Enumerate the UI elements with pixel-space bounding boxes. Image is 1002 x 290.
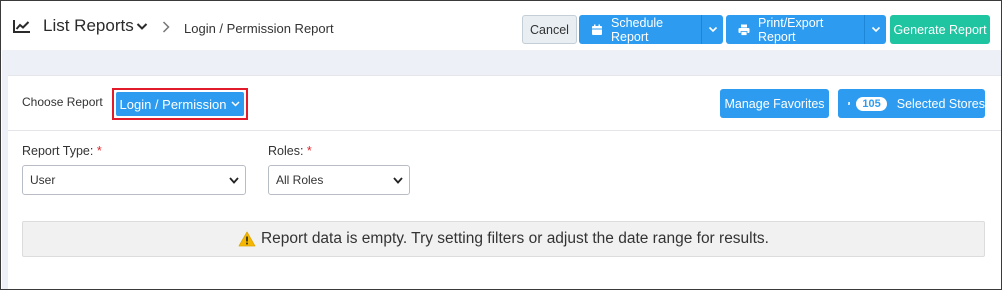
stores-count-badge: 105 — [856, 96, 887, 111]
empty-report-text: Report data is empty. Try setting filter… — [260, 230, 769, 247]
schedule-report-label: Schedule Report — [611, 15, 664, 44]
chevron-down-icon — [231, 101, 240, 107]
report-type-value: User — [30, 173, 56, 187]
generate-report-button[interactable]: Generate Report — [890, 15, 990, 44]
cancel-button[interactable]: Cancel — [522, 15, 577, 44]
report-type-select[interactable]: User — [22, 165, 246, 195]
report-card: Choose Report Login / Permission Manage … — [8, 75, 1001, 289]
required-mark: * — [306, 144, 312, 158]
print-export-button[interactable]: Print/Export Report — [726, 15, 864, 44]
printer-icon — [738, 24, 750, 36]
line-chart-icon — [13, 20, 30, 33]
page-title: List Reports — [43, 16, 134, 35]
building-icon — [848, 102, 851, 105]
report-window: List Reports Login / Permission Report C… — [0, 0, 1002, 290]
manage-favorites-button[interactable]: Manage Favorites — [720, 89, 829, 118]
print-export-label: Print/Export Report — [758, 15, 824, 44]
report-dropdown-highlight: Login / Permission — [112, 88, 248, 120]
roles-label: Roles: * — [268, 144, 312, 158]
chevron-down-icon — [229, 177, 239, 184]
empty-report-message: Report data is empty. Try setting filter… — [22, 221, 985, 257]
choose-report-label: Choose Report — [22, 95, 103, 109]
required-mark: * — [96, 144, 102, 158]
roles-label-text: Roles: — [268, 144, 304, 158]
warning-icon — [238, 231, 256, 247]
schedule-report-split-button: Schedule Report — [579, 15, 723, 44]
calendar-icon — [592, 24, 602, 35]
chevron-down-icon[interactable] — [136, 22, 148, 31]
report-dropdown-label: Login / Permission — [119, 96, 227, 112]
chevron-down-icon — [708, 26, 717, 33]
chevron-down-icon — [871, 26, 880, 33]
schedule-report-button[interactable]: Schedule Report — [579, 15, 701, 44]
selected-stores-label: Selected Stores — [896, 96, 985, 111]
selected-stores-button[interactable]: 105 Selected Stores — [838, 89, 985, 118]
print-export-split-button: Print/Export Report — [726, 15, 886, 44]
chevron-right-icon — [162, 21, 170, 33]
report-dropdown[interactable]: Login / Permission — [116, 92, 244, 116]
print-dropdown-toggle[interactable] — [864, 15, 886, 44]
roles-select[interactable]: All Roles — [268, 165, 410, 195]
roles-value: All Roles — [276, 173, 324, 187]
top-bar: List Reports Login / Permission Report C… — [2, 2, 1001, 50]
schedule-dropdown-toggle[interactable] — [701, 15, 723, 44]
report-type-label-text: Report Type: — [22, 144, 94, 158]
report-type-label: Report Type: * — [22, 144, 102, 158]
card-header: Choose Report Login / Permission Manage … — [8, 76, 1001, 131]
breadcrumb: Login / Permission Report — [184, 21, 334, 36]
chevron-down-icon — [393, 177, 403, 184]
